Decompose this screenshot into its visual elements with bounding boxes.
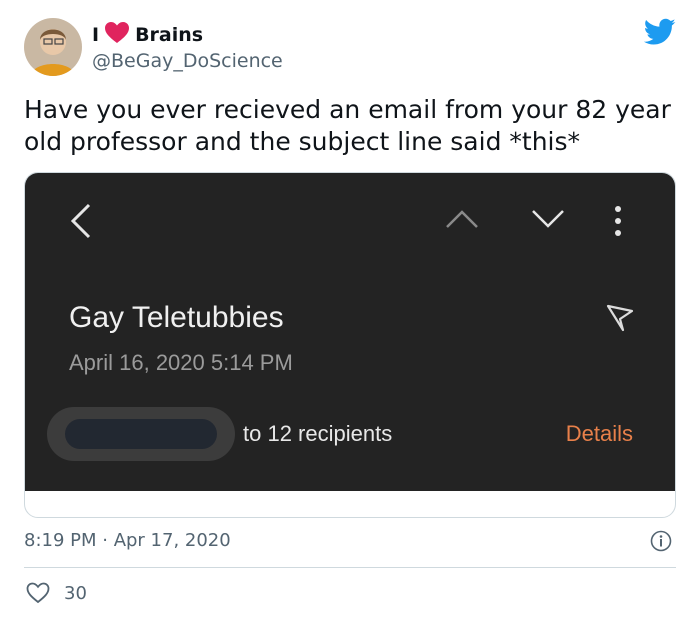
- twitter-bird-icon[interactable]: [643, 18, 676, 50]
- author-name[interactable]: I Brains: [92, 21, 204, 49]
- like-count: 30: [64, 582, 87, 604]
- like-button[interactable]: 30: [26, 582, 87, 604]
- author-name-prefix: I: [92, 24, 100, 46]
- avatar[interactable]: [24, 18, 82, 76]
- avatar-image: [24, 18, 82, 76]
- tweet-text: Have you ever recieved an email from you…: [24, 95, 671, 156]
- email-screen: Gay Teletubbies April 16, 2020 5:14 PM t…: [25, 173, 675, 491]
- tweet-media-image[interactable]: Gay Teletubbies April 16, 2020 5:14 PM t…: [24, 172, 676, 518]
- heart-icon[interactable]: [26, 582, 50, 604]
- author-handle[interactable]: @BeGay_DoScience: [92, 50, 283, 72]
- divider: [24, 567, 676, 568]
- info-icon[interactable]: [650, 530, 672, 556]
- chevron-up-icon[interactable]: [445, 209, 479, 229]
- more-vertical-icon[interactable]: [613, 205, 623, 237]
- chevron-down-icon[interactable]: [531, 209, 565, 229]
- details-link[interactable]: Details: [566, 421, 633, 447]
- sender-chip[interactable]: [47, 407, 235, 461]
- sender-redacted: [65, 419, 217, 449]
- tweet-timestamp[interactable]: 8:19 PM · Apr 17, 2020: [24, 530, 231, 551]
- recipients-text: to 12 recipients: [243, 421, 393, 446]
- email-date: April 16, 2020 5:14 PM: [69, 350, 293, 375]
- author-name-suffix: Brains: [135, 24, 204, 46]
- heart-emoji-icon: [105, 21, 130, 49]
- flag-icon[interactable]: [605, 303, 635, 333]
- back-arrow-icon[interactable]: [69, 203, 93, 239]
- email-subject: Gay Teletubbies: [69, 301, 284, 334]
